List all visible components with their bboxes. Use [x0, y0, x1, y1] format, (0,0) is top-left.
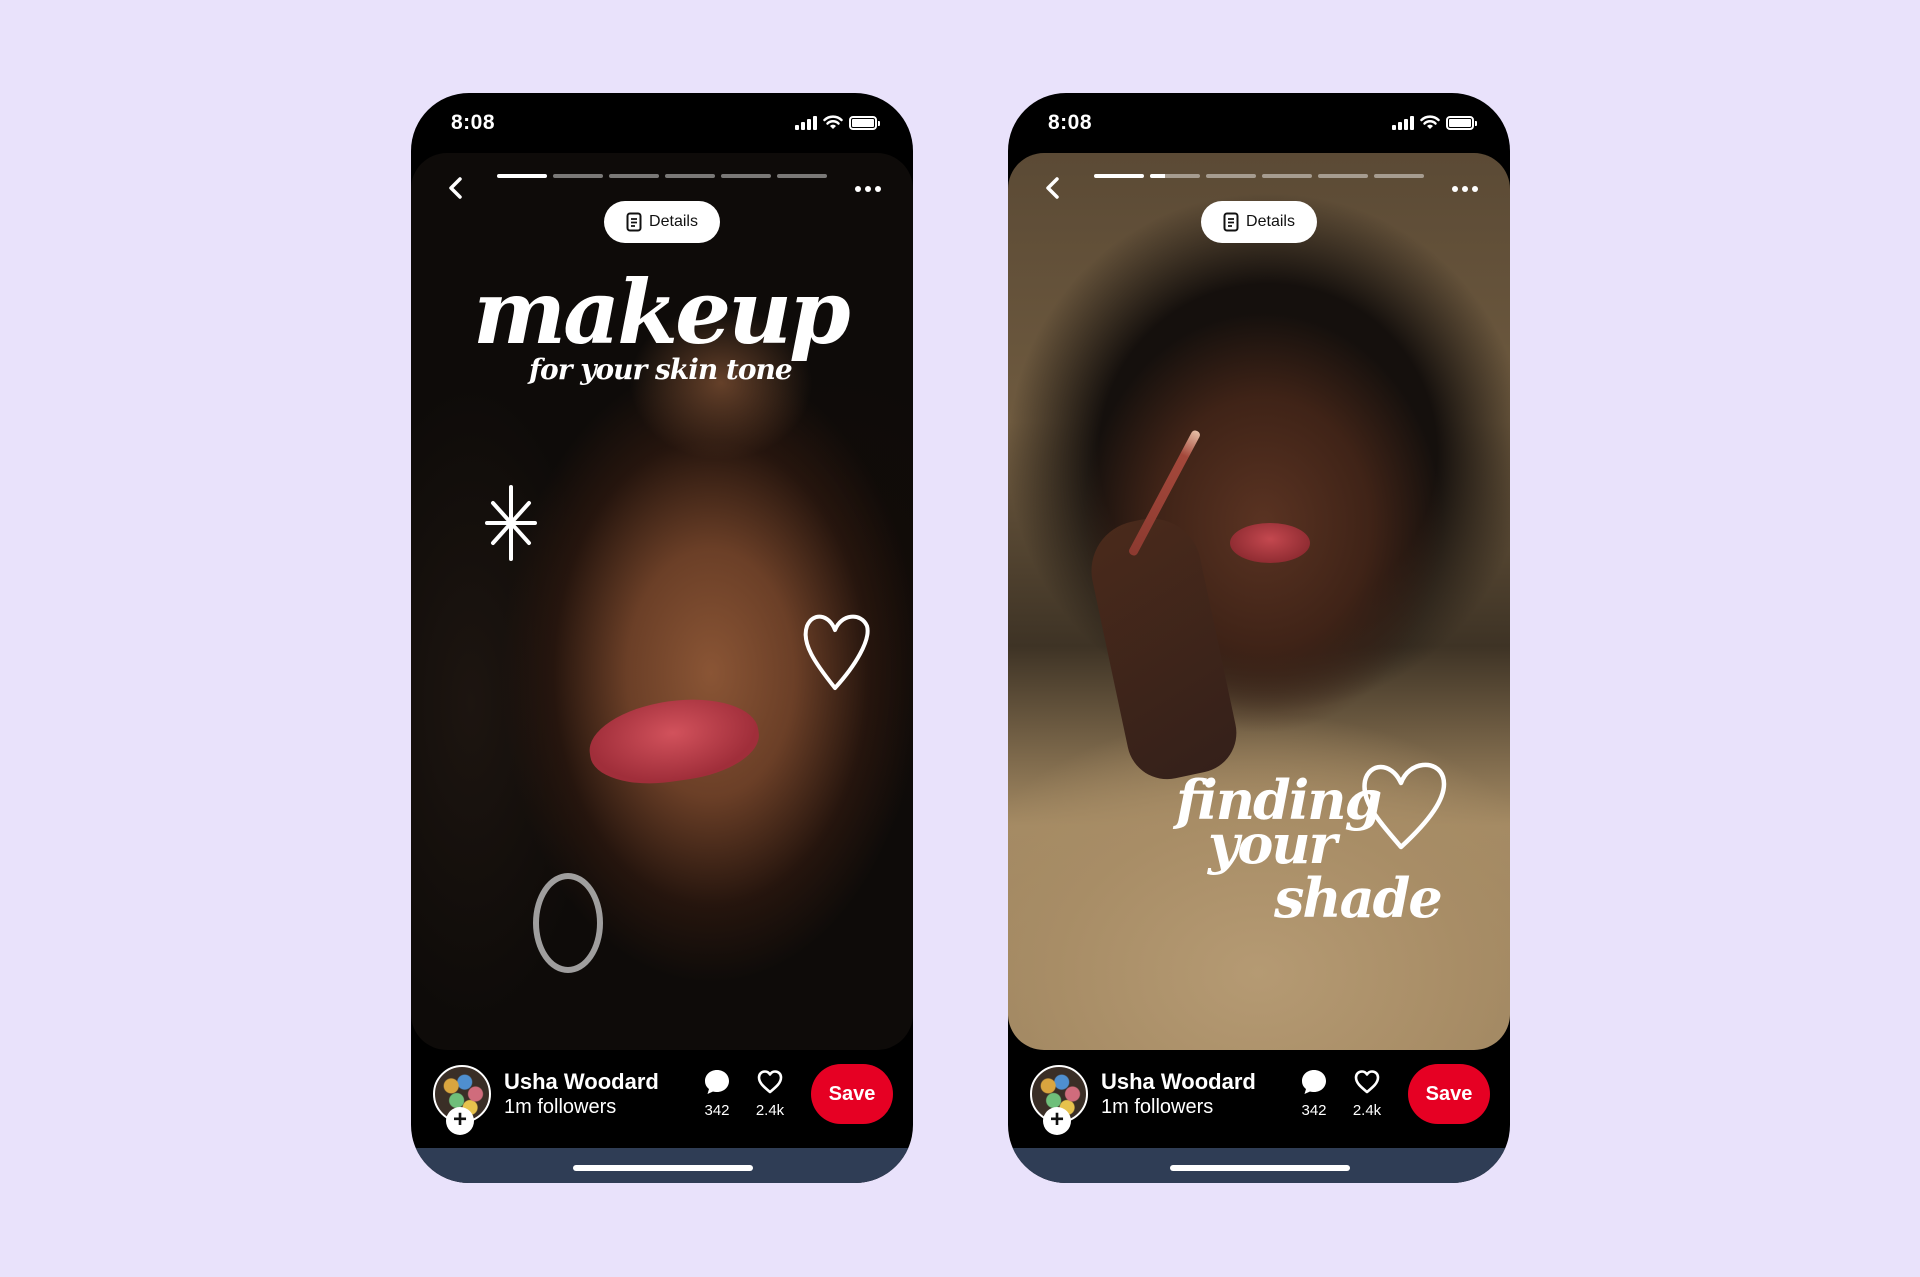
- phone-left: 8:08 Details makeup for your skin tone +…: [411, 93, 913, 1183]
- comment-bubble-icon: [1302, 1070, 1326, 1094]
- heart-doodle-icon: [1362, 762, 1447, 850]
- photo-detail: [533, 873, 603, 973]
- progress-segment: [1206, 174, 1256, 178]
- wifi-icon: [1420, 115, 1440, 129]
- pin-footer: + Usha Woodard 1m followers 342 2.4k Sav…: [1008, 1050, 1510, 1150]
- document-icon: [626, 212, 642, 232]
- story-progress: [1094, 174, 1424, 178]
- sparkle-icon: [485, 485, 537, 561]
- story-media[interactable]: Details finding your shade: [1008, 153, 1510, 1050]
- progress-fill: [1094, 174, 1144, 178]
- document-icon: [1223, 212, 1239, 232]
- progress-segment: [665, 174, 715, 178]
- story-media[interactable]: Details makeup for your skin tone: [411, 153, 913, 1050]
- details-label: Details: [649, 213, 698, 230]
- signal-icon: [795, 115, 817, 130]
- headline-title: makeup: [473, 260, 851, 364]
- home-indicator[interactable]: [1170, 1165, 1350, 1171]
- status-bar: 8:08: [411, 93, 913, 153]
- home-bar: [1008, 1148, 1510, 1183]
- follower-count: 1m followers: [1101, 1096, 1214, 1118]
- photo-detail: [1230, 523, 1310, 563]
- home-bar: [411, 1148, 913, 1183]
- status-bar: 8:08: [1008, 93, 1510, 153]
- progress-fill: [1150, 174, 1165, 178]
- progress-segment: [1094, 174, 1144, 178]
- battery-icon: [849, 115, 880, 130]
- comments-button[interactable]: 342: [694, 1068, 740, 1119]
- headline-line-2: your: [1208, 812, 1337, 876]
- save-button[interactable]: Save: [1408, 1064, 1490, 1124]
- headline-line-3: shade: [1274, 866, 1443, 930]
- progress-segment: [1374, 174, 1424, 178]
- heart-doodle-icon: [803, 614, 870, 690]
- plus-icon[interactable]: +: [446, 1107, 474, 1135]
- likes-count: 2.4k: [1352, 1102, 1382, 1119]
- likes-count: 2.4k: [755, 1102, 785, 1119]
- back-chevron-icon[interactable]: [1038, 173, 1068, 203]
- pin-footer: + Usha Woodard 1m followers 342 2.4k Sav…: [411, 1050, 913, 1150]
- more-dots-icon[interactable]: [1452, 179, 1482, 199]
- progress-segment: [1262, 174, 1312, 178]
- phone-right: 8:08 Details finding your shade + Usha W…: [1008, 93, 1510, 1183]
- progress-segment: [609, 174, 659, 178]
- save-button[interactable]: Save: [811, 1064, 893, 1124]
- story-progress: [497, 174, 827, 178]
- comments-count: 342: [704, 1102, 730, 1119]
- author-name[interactable]: Usha Woodard: [504, 1069, 659, 1095]
- progress-segment: [553, 174, 603, 178]
- heart-icon: [757, 1070, 783, 1094]
- progress-segment: [721, 174, 771, 178]
- home-indicator[interactable]: [573, 1165, 753, 1171]
- signal-icon: [1392, 115, 1414, 130]
- progress-segment: [1318, 174, 1368, 178]
- heart-icon: [1354, 1070, 1380, 1094]
- progress-segment: [777, 174, 827, 178]
- comment-bubble-icon: [705, 1070, 729, 1094]
- back-chevron-icon[interactable]: [441, 173, 471, 203]
- status-time: 8:08: [451, 111, 496, 134]
- photo-detail: [584, 689, 764, 793]
- like-button[interactable]: 2.4k: [1344, 1068, 1390, 1119]
- author-name[interactable]: Usha Woodard: [1101, 1069, 1256, 1095]
- like-button[interactable]: 2.4k: [747, 1068, 793, 1119]
- wifi-icon: [823, 115, 843, 129]
- battery-icon: [1446, 115, 1477, 130]
- photo-detail: [1082, 509, 1244, 787]
- more-dots-icon[interactable]: [855, 179, 885, 199]
- status-icons: [795, 115, 880, 130]
- progress-fill: [497, 174, 547, 178]
- plus-icon[interactable]: +: [1043, 1107, 1071, 1135]
- progress-segment: [1150, 174, 1200, 178]
- details-button[interactable]: Details: [1201, 201, 1317, 243]
- comments-button[interactable]: 342: [1291, 1068, 1337, 1119]
- headline-subtitle: for your skin tone: [529, 353, 793, 386]
- details-label: Details: [1246, 213, 1295, 230]
- follower-count: 1m followers: [504, 1096, 617, 1118]
- progress-segment: [497, 174, 547, 178]
- status-icons: [1392, 115, 1477, 130]
- status-time: 8:08: [1048, 111, 1093, 134]
- details-button[interactable]: Details: [604, 201, 720, 243]
- comments-count: 342: [1301, 1102, 1327, 1119]
